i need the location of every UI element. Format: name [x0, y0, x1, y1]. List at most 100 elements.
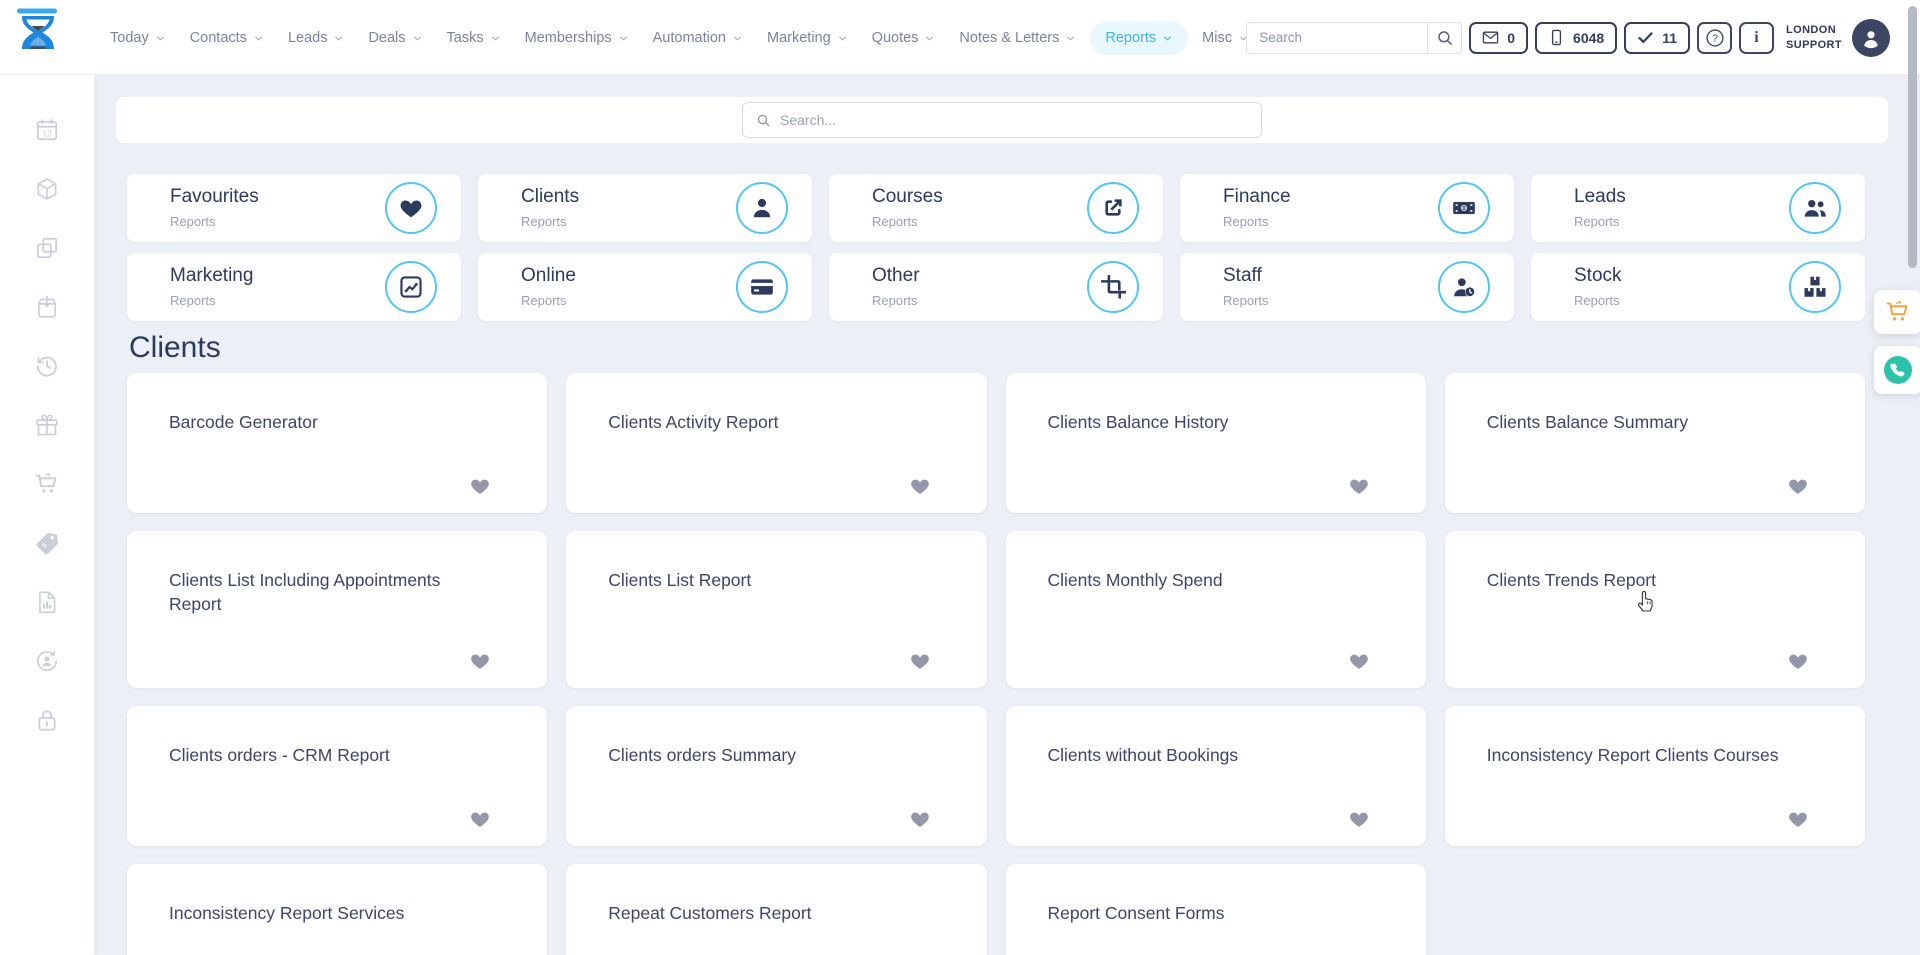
- favourite-heart-icon[interactable]: [909, 650, 931, 672]
- badge-mobile[interactable]: 6048: [1535, 22, 1617, 54]
- nav-item-notes-letters[interactable]: Notes & Letters: [949, 21, 1086, 55]
- person-icon: [749, 195, 775, 221]
- badge-count: 11: [1662, 30, 1677, 46]
- category-card-favourites[interactable]: FavouritesReports: [127, 174, 461, 242]
- chevron-down-icon: [924, 33, 935, 44]
- nav-item-automation[interactable]: Automation: [643, 21, 753, 55]
- report-card-clients-list-report[interactable]: Clients List Report: [566, 531, 986, 688]
- report-card-clients-activity-report[interactable]: Clients Activity Report: [566, 373, 986, 513]
- report-card-clients-without-bookings[interactable]: Clients without Bookings: [1006, 706, 1426, 846]
- chevron-down-icon: [732, 33, 743, 44]
- sidebar-item-gift[interactable]: [34, 412, 60, 438]
- favourite-heart-icon[interactable]: [469, 808, 491, 830]
- report-card-clients-monthly-spend[interactable]: Clients Monthly Spend: [1006, 531, 1426, 688]
- credit-card-icon: [749, 274, 775, 300]
- crop-icon: [1100, 274, 1126, 300]
- sidebar-item-history[interactable]: [34, 353, 60, 379]
- category-card-courses[interactable]: CoursesReports: [829, 174, 1163, 242]
- category-card-clients[interactable]: ClientsReports: [478, 174, 812, 242]
- favourite-heart-icon[interactable]: [469, 475, 491, 497]
- nav-item-deals[interactable]: Deals: [358, 21, 432, 55]
- report-card-spacer: [169, 926, 517, 955]
- reports-page: Today ContactsLeadsDealsTasks Memberships A…: [0, 0, 1920, 955]
- nav-item-label: Today: [110, 30, 149, 46]
- banknote-icon: [1451, 195, 1477, 221]
- sidebar-item-report-file[interactable]: [34, 589, 60, 615]
- chevron-down-icon: [253, 33, 264, 44]
- report-card-repeat-customers-report[interactable]: Repeat Customers Report: [566, 864, 986, 955]
- heart-icon: [1348, 808, 1370, 830]
- report-card-clients-trends-report[interactable]: Clients Trends Report: [1445, 531, 1865, 688]
- floating-cart-button[interactable]: [1874, 290, 1920, 334]
- sidebar-item-cart[interactable]: [34, 471, 60, 497]
- report-card-clients-balance-history[interactable]: Clients Balance History: [1006, 373, 1426, 513]
- report-card-clients-orders-crm-report[interactable]: Clients orders - CRM Report: [127, 706, 547, 846]
- report-card-inconsistency-report-clients-courses[interactable]: Inconsistency Report Clients Courses: [1445, 706, 1865, 846]
- reports-search-input[interactable]: [780, 112, 1248, 128]
- category-card-online[interactable]: OnlineReports: [478, 253, 812, 321]
- category-card-leads[interactable]: LeadsReports: [1531, 174, 1865, 242]
- header-search-button[interactable]: [1427, 22, 1462, 54]
- category-card-finance[interactable]: FinanceReports: [1180, 174, 1514, 242]
- avatar[interactable]: [1852, 19, 1890, 57]
- favourite-heart-icon[interactable]: [909, 808, 931, 830]
- avatar-person-icon: [1859, 26, 1883, 50]
- category-card-other[interactable]: OtherReports: [829, 253, 1163, 321]
- app-logo-hourglass-icon[interactable]: [13, 7, 63, 67]
- nav-item-label: Marketing: [767, 30, 831, 46]
- report-card-spacer: [1048, 926, 1396, 955]
- sidebar-item-basket-in[interactable]: [34, 294, 60, 320]
- info-button[interactable]: i: [1739, 22, 1774, 54]
- report-card-clients-orders-summary[interactable]: Clients orders Summary: [566, 706, 986, 846]
- sidebar-item-lock[interactable]: [34, 707, 60, 733]
- report-card-clients-balance-summary[interactable]: Clients Balance Summary: [1445, 373, 1865, 513]
- nav-item-marketing[interactable]: Marketing: [757, 21, 858, 55]
- nav-item-label: Memberships: [525, 30, 612, 46]
- nav-item-leads[interactable]: Leads: [278, 21, 355, 55]
- sidebar-item-price-tag[interactable]: $: [34, 530, 60, 556]
- report-card-spacer: [1487, 593, 1835, 651]
- history-icon: [34, 353, 60, 379]
- header-search-input[interactable]: [1246, 22, 1427, 54]
- help-button[interactable]: ?: [1697, 22, 1732, 54]
- report-card-barcode-generator[interactable]: Barcode Generator: [127, 373, 547, 513]
- heart-icon: [909, 650, 931, 672]
- report-card-spacer: [608, 435, 956, 475]
- report-card-report-consent-forms[interactable]: Report Consent Forms: [1006, 864, 1426, 955]
- favourite-heart-icon[interactable]: [1348, 475, 1370, 497]
- badge-mail[interactable]: 0: [1469, 22, 1528, 54]
- gift-icon: [34, 412, 60, 438]
- reports-search: [742, 102, 1262, 138]
- category-card-marketing[interactable]: MarketingReports: [127, 253, 461, 321]
- favourite-heart-icon[interactable]: [1787, 650, 1809, 672]
- favourite-heart-icon[interactable]: [1787, 475, 1809, 497]
- favourite-heart-icon[interactable]: [469, 650, 491, 672]
- sidebar-item-copy[interactable]: [34, 235, 60, 261]
- badge-check[interactable]: 11: [1624, 22, 1690, 54]
- nav-item-contacts[interactable]: Contacts: [180, 21, 274, 55]
- report-title: Clients orders Summary: [608, 744, 920, 768]
- nav-item-quotes[interactable]: Quotes: [862, 21, 946, 55]
- cart-icon: [1885, 299, 1911, 325]
- favourite-heart-icon[interactable]: [1348, 808, 1370, 830]
- favourite-heart-icon[interactable]: [1787, 808, 1809, 830]
- category-card-staff[interactable]: StaffReports: [1180, 253, 1514, 321]
- nav-item-reports[interactable]: Reports: [1090, 21, 1188, 55]
- chevron-down-icon: [333, 33, 344, 44]
- category-card-stock[interactable]: StockReports: [1531, 253, 1865, 321]
- report-card-clients-list-including-appointments-report[interactable]: Clients List Including Appointments Repo…: [127, 531, 547, 688]
- nav-item-today[interactable]: Today: [100, 21, 176, 55]
- sidebar-item-package[interactable]: [34, 176, 60, 202]
- favourite-heart-icon[interactable]: [1348, 650, 1370, 672]
- copy-icon: [34, 235, 60, 261]
- favourite-heart-icon[interactable]: [909, 475, 931, 497]
- sidebar-item-calendar[interactable]: 12: [34, 117, 60, 143]
- floating-phone-button[interactable]: [1874, 346, 1920, 394]
- nav-item-tasks[interactable]: Tasks: [437, 21, 511, 55]
- report-card-inconsistency-report-services[interactable]: Inconsistency Report Services: [127, 864, 547, 955]
- sidebar-item-user-sync[interactable]: [34, 648, 60, 674]
- nav-item-memberships[interactable]: Memberships: [515, 21, 639, 55]
- scrollbar-thumb[interactable]: [1908, 6, 1917, 268]
- heart-icon: [398, 195, 424, 221]
- report-title: Clients Balance Summary: [1487, 411, 1799, 435]
